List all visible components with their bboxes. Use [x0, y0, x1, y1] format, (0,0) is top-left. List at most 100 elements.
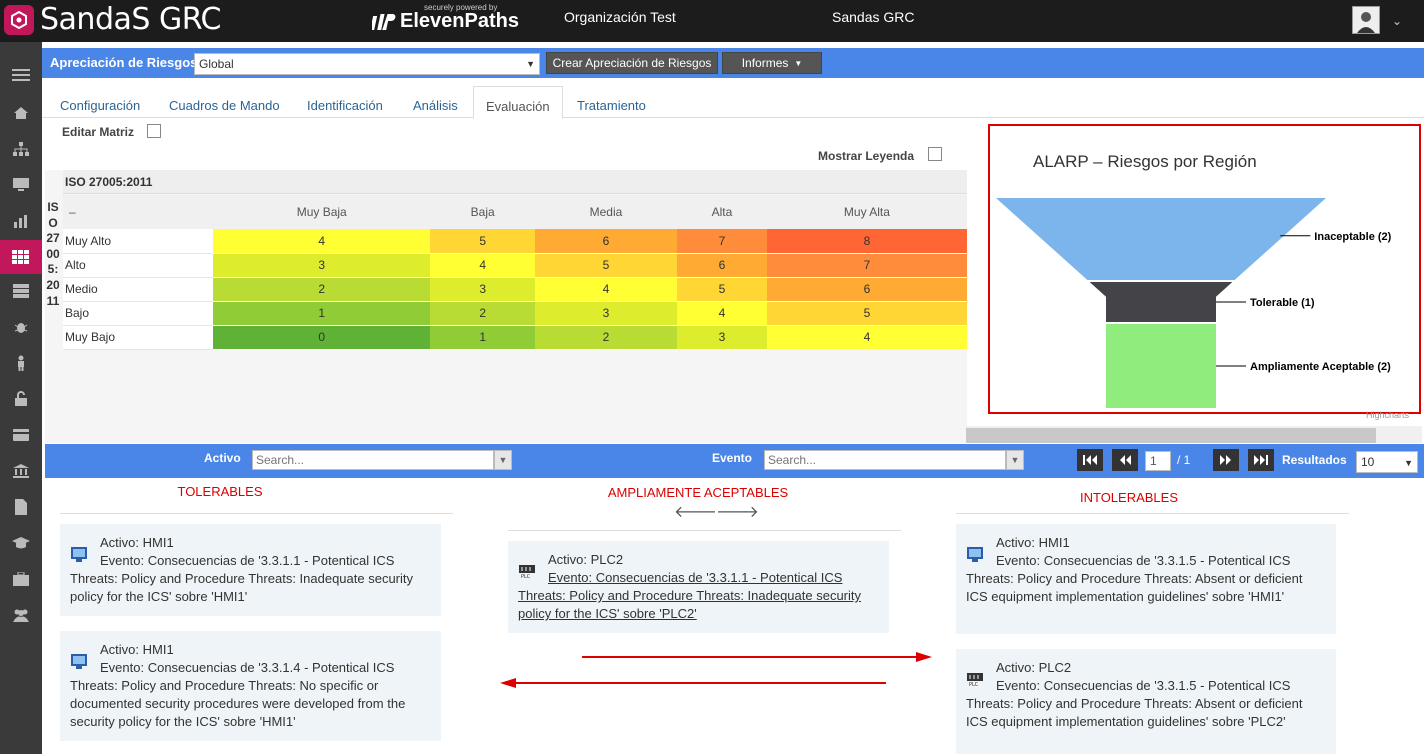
- bug-icon[interactable]: [0, 312, 42, 342]
- person-icon[interactable]: [0, 348, 42, 378]
- arrow-left-icon[interactable]: 🡐: [674, 501, 717, 522]
- tab-tratamiento[interactable]: Tratamiento: [577, 98, 646, 113]
- asset-filter-label: Activo: [204, 451, 241, 465]
- matrix-cell[interactable]: 4: [430, 253, 535, 278]
- matrix-cell[interactable]: 4: [676, 301, 767, 326]
- matrix-cell[interactable]: 3: [430, 277, 535, 302]
- chevron-down-icon[interactable]: ⌄: [1392, 14, 1402, 28]
- matrix-cell[interactable]: 6: [676, 253, 767, 278]
- matrix-col-header: Media: [534, 195, 677, 229]
- matrix-col-header: Muy Alta: [766, 195, 967, 229]
- tab-cuadros-de-mando[interactable]: Cuadros de Mando: [169, 98, 280, 113]
- previous-page-button[interactable]: [1112, 449, 1138, 471]
- matrix-cell[interactable]: 7: [676, 229, 767, 254]
- matrix-row: Medio 2 3 4 5 6: [63, 277, 967, 302]
- briefcase-icon[interactable]: [0, 564, 42, 594]
- results-per-page-select[interactable]: 10 ▼: [1356, 451, 1418, 473]
- tolerable-card[interactable]: Activo: HMI1 Evento: Consecuencias de '3…: [60, 524, 441, 616]
- monitor-icon[interactable]: [0, 170, 42, 200]
- users-icon[interactable]: [0, 600, 42, 630]
- matrix-row-label: Medio: [63, 277, 213, 302]
- server-icon[interactable]: [0, 276, 42, 306]
- matrix-cell[interactable]: 6: [766, 277, 967, 302]
- unlock-icon[interactable]: [0, 384, 42, 414]
- edit-matrix-checkbox[interactable]: [147, 124, 161, 138]
- asset-search-input[interactable]: [252, 450, 494, 470]
- tolerable-column-title: TOLERABLES: [177, 484, 263, 499]
- menu-icon[interactable]: [0, 60, 42, 90]
- tab-analisis[interactable]: Análisis: [413, 98, 458, 113]
- matrix-cell[interactable]: 4: [766, 325, 967, 350]
- matrix-row-label: Alto: [63, 253, 213, 278]
- matrix-cell[interactable]: 6: [534, 229, 677, 254]
- show-legend-checkbox[interactable]: [928, 147, 942, 161]
- create-risk-assessment-button[interactable]: Crear Apreciación de Riesgos: [546, 52, 718, 74]
- matrix-cell[interactable]: 2: [213, 277, 431, 302]
- matrix-cell[interactable]: 1: [430, 325, 535, 350]
- funnel-segment-tolerable[interactable]: [1089, 282, 1233, 322]
- funnel-segment-inaceptable[interactable]: [996, 198, 1326, 280]
- intolerable-card[interactable]: Activo: HMI1 Evento: Consecuencias de '3…: [956, 524, 1336, 634]
- matrix-cell[interactable]: 0: [213, 325, 431, 350]
- card-asset: Activo: PLC2: [996, 660, 1072, 675]
- credit-card-icon[interactable]: [0, 420, 42, 450]
- matrix-col-header: Muy Baja: [213, 195, 431, 229]
- caret-down-icon[interactable]: ▼: [494, 450, 512, 470]
- intolerable-card[interactable]: PLC Activo: PLC2 Evento: Consecuencias d…: [956, 649, 1336, 754]
- bar-chart-icon[interactable]: [0, 206, 42, 236]
- arrow-right-icon[interactable]: 🡒: [716, 501, 759, 522]
- organization-name[interactable]: Organización Test: [564, 9, 676, 25]
- tolerable-card[interactable]: Activo: HMI1 Evento: Consecuencias de '3…: [60, 631, 441, 741]
- matrix-cell[interactable]: 4: [213, 229, 431, 254]
- tab-configuracion[interactable]: Configuración: [60, 98, 140, 113]
- risk-assessment-select[interactable]: Global ▼: [194, 53, 540, 75]
- alarp-funnel-chart: Inaceptable (2) Tolerable (1) Ampliamente …: [996, 198, 1392, 408]
- scrollbar-thumb[interactable]: [966, 428, 1376, 443]
- funnel-segment-ampliamente-aceptable[interactable]: [1106, 324, 1216, 408]
- matrix-row: Muy Bajo 0 1 2 3 4: [63, 325, 967, 350]
- matrix-cell[interactable]: 3: [213, 253, 431, 278]
- sitemap-icon[interactable]: [0, 134, 42, 164]
- top-bar: SandaS GRC securely powered by ElevenPat…: [0, 0, 1424, 42]
- card-event-link[interactable]: Evento: Consecuencias de '3.3.1.1 - Pote…: [518, 570, 861, 621]
- app-logo-icon[interactable]: [4, 5, 34, 35]
- elevenpaths-brand-text: ElevenPaths: [400, 10, 519, 32]
- matrix-cell[interactable]: 8: [766, 229, 967, 254]
- institution-icon[interactable]: [0, 456, 42, 486]
- reports-button-label: Informes: [741, 56, 789, 70]
- matrix-cell[interactable]: 2: [430, 301, 535, 326]
- caret-down-icon: ▼: [1404, 458, 1413, 468]
- matrix-cell[interactable]: 3: [676, 325, 767, 350]
- reports-button[interactable]: Informes ▼: [722, 52, 822, 74]
- matrix-cell[interactable]: 5: [430, 229, 535, 254]
- card-asset: Activo: HMI1: [100, 642, 174, 657]
- matrix-row-label: Bajo: [63, 301, 213, 326]
- next-page-button[interactable]: [1213, 449, 1239, 471]
- matrix-cell[interactable]: 5: [676, 277, 767, 302]
- divider: [508, 530, 901, 531]
- matrix-cell[interactable]: 1: [213, 301, 431, 326]
- system-name[interactable]: Sandas GRC: [832, 9, 914, 25]
- matrix-cell[interactable]: 4: [534, 277, 677, 302]
- acceptable-card[interactable]: PLC Activo: PLC2 Evento: Consecuencias d…: [508, 541, 889, 633]
- tab-identificacion[interactable]: Identificación: [307, 98, 383, 113]
- matrix-cell[interactable]: 7: [766, 253, 967, 278]
- first-page-button[interactable]: [1077, 449, 1103, 471]
- last-page-button[interactable]: [1248, 449, 1274, 471]
- document-icon[interactable]: [0, 492, 42, 522]
- card-event: Evento: Consecuencias de '3.3.1.1 - Pote…: [70, 553, 414, 604]
- user-avatar[interactable]: [1352, 6, 1380, 34]
- matrix-cell[interactable]: 2: [534, 325, 677, 350]
- matrix-cell[interactable]: 5: [534, 253, 677, 278]
- caret-down-icon[interactable]: ▼: [1006, 450, 1024, 470]
- matrix-cell[interactable]: 3: [534, 301, 677, 326]
- event-search-input[interactable]: [764, 450, 1006, 470]
- elevenpaths-icon: [372, 13, 396, 30]
- risk-assessment-label: Apreciación de Riesgos: [50, 55, 198, 70]
- grid-icon[interactable]: [0, 240, 42, 274]
- page-number-input[interactable]: [1145, 451, 1171, 471]
- home-icon[interactable]: [0, 98, 42, 128]
- tab-evaluacion[interactable]: Evaluación: [473, 86, 563, 119]
- matrix-cell[interactable]: 5: [766, 301, 967, 326]
- graduation-cap-icon[interactable]: [0, 528, 42, 558]
